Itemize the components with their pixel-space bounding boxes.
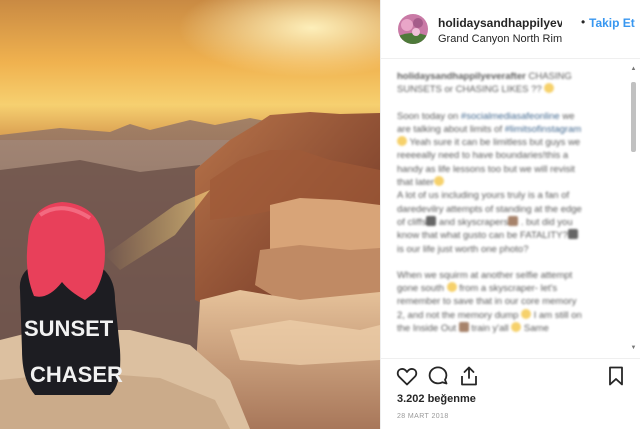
emoji-icon bbox=[544, 83, 555, 94]
hashtag-link[interactable]: #socialmediasafeonline bbox=[461, 111, 560, 122]
share-button[interactable] bbox=[457, 364, 481, 388]
likes-count[interactable]: 3.202 beğenme bbox=[397, 393, 476, 405]
comment-button[interactable] bbox=[426, 364, 450, 388]
caption-paragraph-2: Soon today on #socialmediasafeonline we … bbox=[397, 110, 587, 190]
post-date[interactable]: 28 MART 2018 bbox=[397, 413, 449, 420]
emoji-icon bbox=[511, 322, 522, 333]
caption-text-span: and skyscrapers bbox=[436, 216, 509, 228]
scroll-down-icon[interactable]: ▼ bbox=[630, 345, 637, 351]
emoji-icon bbox=[433, 176, 444, 187]
avatar[interactable] bbox=[398, 14, 428, 44]
emoji-icon bbox=[508, 215, 519, 226]
caption-paragraph-4: When we squirm at another selfie attempt… bbox=[397, 269, 587, 335]
comment-icon bbox=[428, 366, 448, 385]
scroll-up-icon[interactable]: ▲ bbox=[630, 66, 637, 72]
shirt-line-1: SUNSET bbox=[24, 316, 114, 341]
emoji-icon bbox=[567, 229, 578, 240]
heart-icon bbox=[396, 368, 418, 386]
like-button[interactable] bbox=[395, 364, 419, 388]
scroll-thumb[interactable] bbox=[631, 82, 636, 152]
share-icon bbox=[461, 366, 477, 386]
hashtag-link[interactable]: #limitsofinstagram bbox=[505, 124, 582, 135]
follow-button[interactable]: Takip Et bbox=[589, 16, 635, 30]
caption-text-span: train y'all bbox=[468, 323, 512, 335]
caption-author[interactable]: holidaysandhappilyeverafter bbox=[397, 71, 526, 82]
caption-text-span: Same bbox=[521, 323, 549, 335]
caption-text: holidaysandhappilyeverafter CHASING SUNS… bbox=[397, 70, 587, 335]
comments-scrollbar[interactable]: ▲ ▼ bbox=[630, 66, 637, 356]
caption-paragraph-1: holidaysandhappilyeverafter CHASING SUNS… bbox=[397, 70, 587, 97]
grand-canyon-sunset-image: SUNSET CHASER bbox=[0, 0, 380, 429]
post-side-panel: holidaysandhappilyeverafter • Takip Et G… bbox=[381, 0, 640, 429]
actions-divider bbox=[381, 358, 640, 359]
shirt-line-2: CHASER bbox=[30, 362, 123, 387]
emoji-icon bbox=[521, 308, 532, 319]
avatar-image bbox=[398, 14, 428, 44]
post-header: holidaysandhappilyeverafter • Takip Et G… bbox=[381, 0, 640, 59]
username-link[interactable]: holidaysandhappilyeverafter bbox=[438, 16, 562, 30]
location-link[interactable]: Grand Canyon North Rim bbox=[438, 33, 562, 45]
post-photo[interactable]: SUNSET CHASER bbox=[0, 0, 380, 429]
save-button[interactable] bbox=[604, 364, 628, 388]
caption-text-span: Soon today on bbox=[397, 110, 461, 122]
emoji-icon bbox=[458, 322, 469, 333]
caption-text-span: is our life just worth one photo? bbox=[397, 243, 529, 255]
emoji-icon bbox=[426, 215, 437, 226]
separator-dot: • bbox=[581, 15, 586, 29]
caption-paragraph-3: A lot of us including yours truly is a f… bbox=[397, 189, 587, 255]
emoji-icon bbox=[446, 282, 457, 293]
emoji-icon bbox=[397, 136, 407, 147]
caption-text-span: Yeah sure it can be limitless but guys w… bbox=[397, 137, 581, 189]
bookmark-icon bbox=[609, 366, 623, 386]
